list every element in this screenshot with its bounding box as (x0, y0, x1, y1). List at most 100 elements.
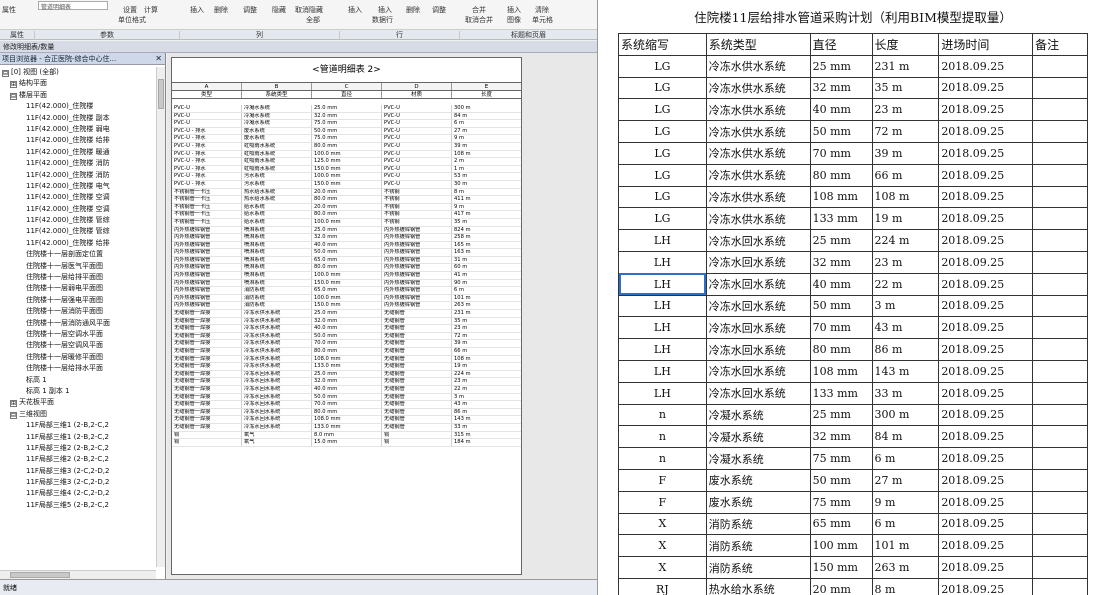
schedule-cell[interactable]: 不锈钢管一卡压 (172, 211, 242, 219)
tree-node[interactable]: 住院楼十一层消防通风平面 (0, 318, 156, 329)
schedule-cell[interactable]: 39 m (452, 340, 521, 348)
schedule-cell[interactable]: 100.0 mm (312, 272, 382, 280)
schedule-cell[interactable]: 内外热镀锌钢管 (172, 264, 242, 273)
collapse-icon[interactable]: ⊟ (2, 70, 9, 77)
schedule-cell[interactable]: 内外热镀锌钢管 (382, 256, 452, 265)
plan-cell[interactable]: 224 m (871, 229, 940, 252)
plan-cell[interactable] (1032, 556, 1088, 579)
schedule-row[interactable]: 无缝钢管一焊接 冷冻水回水系统 80.0 mm 无缝钢管 86 m (172, 408, 521, 417)
schedule-cell[interactable]: 32.0 mm (312, 317, 382, 326)
plan-cell[interactable]: 冷凝水系统 (705, 447, 811, 470)
plan-cell[interactable]: 冷冻水供水系统 (705, 98, 811, 122)
schedule-cell[interactable]: 冷冻水供水系统 (242, 340, 312, 348)
schedule-cell[interactable]: 内外热镀锌钢管 (172, 302, 242, 311)
plan-cell[interactable]: 2018.09.25 (938, 185, 1034, 209)
plan-cell[interactable]: 2018.09.25 (938, 403, 1034, 427)
schedule-cell[interactable]: 9 m (452, 135, 521, 143)
plan-cell[interactable]: 3 m (871, 294, 940, 318)
schedule-cell[interactable]: 内外热镀锌钢管 (382, 241, 452, 250)
schedule-cell[interactable]: 6 m (452, 287, 521, 295)
tree-node[interactable]: 11F局部三维5 (2-B,2-C,2 (0, 500, 156, 511)
type-select[interactable]: 管道明细表 (38, 1, 108, 11)
schedule-cell[interactable]: 41 m (452, 272, 521, 280)
schedule-cell[interactable]: 125.0 mm (312, 158, 382, 166)
schedule-cell[interactable]: 66 m (452, 348, 521, 356)
plan-cell[interactable]: 2018.09.25 (938, 359, 1034, 383)
tree-node[interactable]: 住院楼十一层医气平面图 (0, 261, 156, 272)
plan-cell[interactable]: LG (618, 207, 707, 231)
plan-cell[interactable]: 2018.09.25 (938, 490, 1034, 514)
schedule-row[interactable]: 内外热镀锌钢管 喷淋系统 40.0 mm 内外热镀锌钢管 165 m (172, 241, 521, 250)
schedule-cell[interactable]: 100.0 mm (312, 294, 382, 303)
tree-node[interactable]: 11F(42.000)_住院楼 (0, 101, 156, 112)
schedule-cell[interactable]: 无缝钢管一焊接 (172, 416, 242, 424)
schedule-row[interactable]: PVC-U 冷凝水系统 75.0 mm PVC-U 6 m (172, 120, 521, 128)
plan-cell[interactable]: 101 m (871, 534, 940, 558)
plan-cell[interactable]: 50 mm (809, 468, 873, 492)
plan-cell[interactable]: 75 mm (809, 490, 873, 514)
plan-cell[interactable]: 冷冻水回水系统 (705, 250, 811, 274)
schedule-cell[interactable]: 消防系统 (242, 302, 312, 311)
tree-node[interactable]: 11F(42.000)_住院楼 管综 (0, 226, 156, 237)
plan-cell[interactable]: 65 mm (809, 512, 873, 536)
schedule-row[interactable]: 内外热镀锌钢管 喷淋系统 150.0 mm 内外热镀锌钢管 90 m (172, 279, 521, 288)
schedule-cell[interactable]: 内外热镀锌钢管 (382, 226, 452, 235)
tree-node[interactable]: 11F(42.000)_住院楼 暖通 (0, 147, 156, 158)
tree-node[interactable]: 11F局部三维1 (2-B,2-C,2 (0, 432, 156, 443)
plan-cell[interactable]: 8 m (871, 577, 940, 595)
plan-cell[interactable]: 133 mm (809, 381, 873, 405)
plan-cell[interactable]: 2018.09.25 (938, 534, 1034, 558)
schedule-cell[interactable]: 150.0 mm (312, 279, 382, 288)
plan-cell[interactable] (1032, 490, 1088, 514)
schedule-cell[interactable]: 80.0 mm (312, 408, 382, 417)
plan-cell[interactable]: n (618, 425, 707, 449)
schedule-cell[interactable]: 内外热镀锌钢管 (382, 279, 452, 288)
resize-column-button[interactable]: 调整 (243, 6, 257, 14)
schedule-row[interactable]: PVC-U - 排水 废水系统 75.0 mm PVC-U 9 m (172, 135, 521, 143)
schedule-cell[interactable]: 虹吸雨水系统 (242, 158, 312, 166)
schedule-row[interactable]: PVC-U - 排水 虹吸雨水系统 150.0 mm PVC-U 1 m (172, 165, 521, 174)
plan-cell[interactable]: 86 m (871, 338, 940, 361)
schedule-cell[interactable]: 72 m (452, 333, 521, 341)
schedule-cell[interactable]: PVC-U (382, 142, 452, 151)
schedule-cell[interactable]: 43 m (452, 401, 521, 409)
unmerge-button[interactable]: 取消合并 (465, 16, 493, 24)
schedule-cell[interactable]: 无缝钢管 (382, 370, 452, 379)
plan-cell[interactable]: X (618, 556, 707, 579)
plan-cell[interactable]: 40 mm (809, 272, 873, 296)
schedule-row[interactable]: 内外热镀锌钢管 喷淋系统 32.0 mm 内外热镀锌钢管 258 m (172, 234, 521, 242)
plan-cell[interactable]: 108 m (871, 185, 940, 209)
plan-cell[interactable] (1032, 359, 1088, 383)
schedule-cell[interactable]: 2 m (452, 158, 521, 166)
schedule-cell[interactable]: 无缝钢管 (382, 401, 452, 409)
schedule-cell[interactable]: 内外热镀锌钢管 (382, 272, 452, 280)
properties-button[interactable]: 属性 (2, 6, 16, 14)
schedule-cell[interactable]: 101 m (452, 295, 521, 303)
plan-cell[interactable]: 33 m (871, 381, 940, 405)
plan-cell[interactable]: LG (618, 185, 707, 209)
plan-cell[interactable]: 2018.09.25 (938, 556, 1034, 579)
plan-cell[interactable]: 2018.09.25 (938, 577, 1034, 595)
schedule-cell[interactable]: 无缝钢管一焊接 (172, 332, 242, 341)
schedule-row[interactable]: 无缝钢管一焊接 冷冻水回水系统 25.0 mm 无缝钢管 224 m (172, 370, 521, 379)
schedule-cell[interactable]: 废水系统 (242, 127, 312, 136)
column-header[interactable]: 系统类型 (242, 91, 312, 98)
schedule-cell[interactable]: 150.0 mm (312, 302, 382, 311)
schedule-cell[interactable]: 虹吸雨水系统 (242, 142, 312, 151)
plan-cell[interactable]: 冷冻水回水系统 (705, 229, 811, 252)
plan-cell[interactable] (1032, 54, 1088, 78)
plan-cell[interactable] (1032, 468, 1088, 492)
schedule-cell[interactable]: 27 m (452, 128, 521, 136)
plan-cell[interactable] (1032, 294, 1088, 318)
schedule-row[interactable]: 无缝钢管一焊接 冷冻水供水系统 25.0 mm 无缝钢管 231 m (172, 310, 521, 318)
schedule-row[interactable]: 内外热镀锌钢管 消防系统 65.0 mm 内外热镀锌钢管 6 m (172, 287, 521, 295)
plan-cell[interactable]: 废水系统 (705, 468, 811, 492)
plan-cell[interactable]: 19 m (871, 207, 940, 231)
schedule-cell[interactable]: 8.0 mm (312, 431, 382, 440)
schedule-cell[interactable]: 不锈钢管一卡压 (172, 203, 242, 212)
hide-column-button[interactable]: 隐藏 (272, 6, 286, 14)
plan-cell[interactable] (1032, 120, 1088, 143)
plan-cell[interactable]: 6 m (871, 512, 940, 536)
schedule-cell[interactable]: 不锈钢管一卡压 (172, 188, 242, 197)
plan-cell[interactable] (1032, 163, 1088, 187)
